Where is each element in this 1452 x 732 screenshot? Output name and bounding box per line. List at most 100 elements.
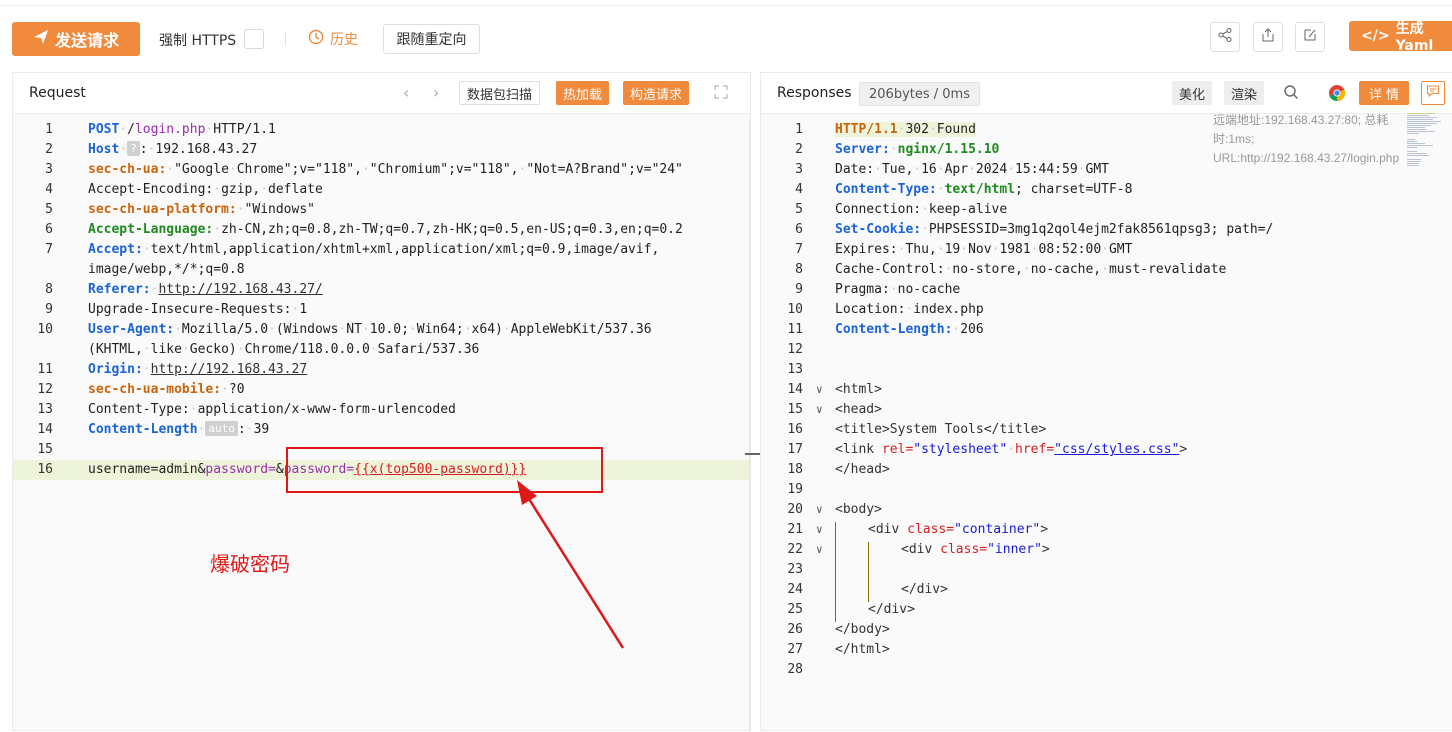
line-content: Location: [835,302,906,317]
minimap-row [1407,141,1417,142]
editor-scrollbar-track[interactable] [749,118,750,732]
chevron-left-icon[interactable]: ‹ [403,83,409,102]
line-content: GMT [1108,242,1133,257]
hot-load-button[interactable]: 热加载 [556,81,610,105]
fold-chevron-icon[interactable]: ∨ [816,520,823,540]
minimap-row [1407,121,1441,122]
force-https-checkbox[interactable] [244,29,264,49]
fullscreen-icon[interactable] [713,84,729,104]
header-value: "Not=A?Brand";v="24" [526,162,683,177]
generate-yaml-button[interactable]: </> 生成 Yaml [1349,21,1452,54]
share-button[interactable] [1210,22,1240,52]
minimap-row [1407,151,1417,152]
line-number: 21 [787,522,803,537]
beautify-button[interactable]: 美化 [1172,81,1213,105]
line-content: 1 [299,302,308,317]
request-line: (KHTML,·like·Gecko)·Chrome/118.0.0.0·Saf… [13,340,750,360]
header-value: PHPSESSID=3mg1q2qol4ejm2fak8561qpsg3; pa… [928,222,1274,237]
status-code: Found [936,122,976,137]
line-text: <head> [835,400,882,420]
html-attr: class= [907,522,955,537]
line-content: Safari/537.36 [377,342,480,357]
response-line: 10 Location:·index.php [761,300,1452,320]
fold-chevron-icon[interactable]: ∨ [816,400,823,420]
request-editor[interactable]: 1 POST·/login.php·HTTP/1.1 2 Host·?:·192.16… [13,114,750,730]
line-content: application/x-www-form-urlencoded [197,402,456,417]
follow-redirect-button[interactable]: 跟随重定向 [383,24,480,54]
line-number: 15 [787,402,803,417]
render-button[interactable]: 渲染 [1224,81,1265,105]
fold-chevron-icon[interactable]: ∨ [816,380,823,400]
request-line: image/webp,*/*;q=0.8 [13,260,750,280]
whitespace-marker: · [968,162,976,177]
editor-scroll-marker [745,453,761,455]
status-line-highlight: HTTP/1.1·302·Found [835,122,976,137]
line-number: 4 [45,182,53,197]
line-number: 24 [787,582,803,597]
indent-guide [835,522,836,622]
header-value: AppleWebKit/537.36 [510,322,652,337]
export-button[interactable] [1253,22,1283,52]
minimap-row [1407,123,1437,124]
minimap-row [1407,139,1415,140]
send-request-button[interactable]: 发送请求 [12,22,140,56]
line-number: 6 [45,222,53,237]
annotation-highlight-box [286,447,603,493]
minimap-row [1407,143,1425,144]
line-content: Gecko) [189,342,237,357]
fold-chevron-icon[interactable]: ∨ [816,540,823,560]
header-value: 192.168.43.27 [155,142,258,157]
build-request-button[interactable]: 构造请求 [623,81,690,105]
chevron-right-icon[interactable]: › [433,83,439,102]
html-attr-value: "inner" [987,542,1042,557]
chrome-icon[interactable] [1328,84,1346,106]
header-value: "Chromium";v="118", [369,162,519,177]
line-text: <body> [835,500,882,520]
request-path: login.php [134,122,206,137]
line-number: 20 [787,502,803,517]
line-number: 23 [787,562,803,577]
line-content: like [150,342,182,357]
header-key: Set-Cookie: [835,222,922,237]
comment-button[interactable] [1421,81,1445,105]
path-token: / [127,122,135,137]
whitespace-marker: · [245,422,254,437]
header-colon: : [139,142,148,157]
line-text: <div class="container"> [868,520,1048,540]
line-content: Upgrade-Insecure-Requests: [88,302,292,317]
line-text: Connection:·keep-alive [835,200,1007,220]
line-number: 14 [787,382,803,397]
remote-info: 远端地址:192.168.43.27:80; 总耗时:1ms; URL:http… [1213,113,1400,165]
line-number: 22 [787,542,803,557]
line-number: 28 [787,662,803,677]
search-icon[interactable] [1283,84,1299,104]
minimap-row [1407,163,1419,164]
history-button[interactable]: 历史 [308,29,358,49]
send-request-label: 发送请求 [54,31,119,50]
packet-scan-button[interactable]: 数据包扫描 [459,81,541,105]
response-minimap[interactable] [1407,113,1451,168]
html-tag: > [1041,542,1050,557]
whitespace-marker: · [1077,162,1086,177]
line-text: sec-ch-ua-platform:·"Windows" [88,200,315,220]
fold-chevron-icon[interactable]: ∨ [816,500,823,520]
response-editor[interactable]: 1 HTTP/1.1·302·Found 2 Server:·nginx/1.15.1… [761,114,1452,730]
line-number: 3 [795,162,803,177]
html-tag: <div [901,542,941,557]
edit-button[interactable] [1295,22,1325,52]
html-attr-value: "container" [954,522,1041,537]
line-text: Set-Cookie:·PHPSESSID=3mg1q2qol4ejm2fak8… [835,220,1273,240]
line-number: 7 [795,242,803,257]
details-button[interactable]: 详 情 [1359,81,1409,105]
line-number: 14 [37,422,53,437]
minimap-row [1407,127,1425,128]
line-number: 13 [37,402,53,417]
response-line: 4 Content-Type:·text/html; charset=UTF-8 [761,180,1452,200]
response-line: 17 <link rel="stylesheet"·href="css/style… [761,440,1452,460]
line-number: 1 [45,122,53,137]
line-number: 8 [45,282,53,297]
whitespace-marker: · [936,182,945,197]
minimap-row [1407,129,1427,130]
line-number: 7 [45,242,53,257]
line-text: User-Agent:·Mozilla/5.0·(Windows·NT·10.0… [88,320,652,340]
